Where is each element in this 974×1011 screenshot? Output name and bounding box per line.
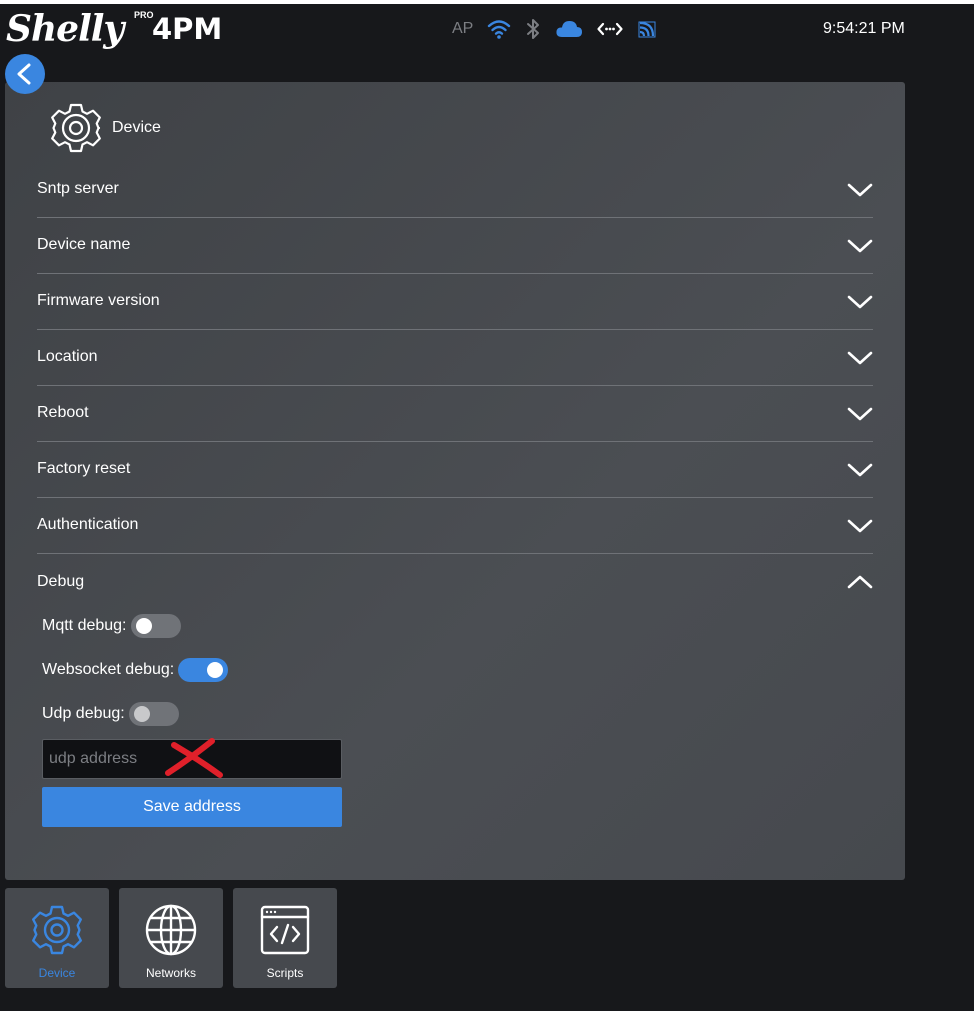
- nav-label: Device: [38, 966, 76, 980]
- section-location[interactable]: Location: [37, 330, 873, 386]
- websocket-debug-toggle[interactable]: [178, 658, 229, 682]
- gear-icon: [51, 103, 101, 153]
- section-label: Reboot: [37, 404, 89, 421]
- wifi-icon: [487, 16, 511, 42]
- websocket-debug-row: Websocket debug:: [42, 656, 342, 684]
- chevron-down-icon: [847, 513, 873, 539]
- section-debug[interactable]: Debug: [37, 554, 873, 610]
- gear-icon: [32, 905, 82, 955]
- logo-model: 4PM: [152, 12, 223, 46]
- section-device-name[interactable]: Device name: [37, 218, 873, 274]
- toggle-knob: [207, 662, 224, 678]
- toggle-knob: [133, 706, 150, 722]
- chevron-up-icon: [847, 569, 873, 595]
- logo-tier: PRO: [134, 10, 154, 20]
- panel-header: Device: [48, 100, 161, 156]
- shelly-logo: Shelly PRO 4PM: [6, 6, 236, 52]
- websocket-icon: [597, 16, 623, 42]
- section-label: Firmware version: [37, 292, 160, 309]
- bluetooth-icon: [525, 16, 541, 42]
- section-authentication[interactable]: Authentication: [37, 498, 873, 554]
- section-label: Device name: [37, 236, 131, 253]
- top-bar: Shelly PRO 4PM AP 9:54:21 PM: [0, 4, 974, 52]
- cloud-icon: [555, 16, 583, 42]
- debug-settings: Mqtt debug: Websocket debug: Udp debug:: [42, 612, 342, 728]
- chevron-down-icon: [847, 401, 873, 427]
- chevron-left-icon: [17, 63, 31, 85]
- clock: 9:54:21 PM: [823, 20, 905, 37]
- section-firmware-version[interactable]: Firmware version: [37, 274, 873, 330]
- save-address-button[interactable]: Save address: [42, 787, 342, 827]
- section-reboot[interactable]: Reboot: [37, 386, 873, 442]
- panel-title: Device: [112, 119, 161, 136]
- chevron-down-icon: [847, 177, 873, 203]
- globe-icon: [145, 904, 197, 956]
- ap-status: AP: [452, 20, 474, 37]
- nav-label: Networks: [145, 966, 196, 980]
- section-sntp-server[interactable]: Sntp server: [37, 162, 873, 218]
- udp-debug-label: Udp debug:: [42, 705, 125, 722]
- chevron-down-icon: [847, 345, 873, 371]
- nav-device[interactable]: Device: [5, 888, 109, 988]
- code-window-icon: [260, 905, 310, 955]
- chevron-down-icon: [847, 457, 873, 483]
- mqtt-debug-label: Mqtt debug:: [42, 617, 127, 634]
- chevron-down-icon: [847, 233, 873, 259]
- status-icons: AP: [452, 16, 671, 42]
- settings-section-list: Sntp server Device name Firmware version…: [37, 162, 873, 610]
- udp-address-input[interactable]: [42, 739, 342, 779]
- section-factory-reset[interactable]: Factory reset: [37, 442, 873, 498]
- back-button[interactable]: [5, 54, 45, 94]
- toggle-knob: [135, 618, 152, 634]
- mqtt-icon: [637, 16, 657, 42]
- websocket-debug-label: Websocket debug:: [42, 661, 175, 678]
- mqtt-debug-row: Mqtt debug:: [42, 612, 342, 640]
- section-label: Authentication: [37, 516, 139, 533]
- udp-debug-row: Udp debug:: [42, 700, 342, 728]
- section-label: Factory reset: [37, 460, 131, 477]
- nav-networks[interactable]: Networks: [119, 888, 223, 988]
- bottom-nav: Device Networks Scripts: [5, 888, 347, 988]
- nav-label: Scripts: [266, 966, 304, 980]
- mqtt-debug-toggle[interactable]: [130, 614, 181, 638]
- udp-debug-toggle[interactable]: [128, 702, 179, 726]
- section-label: Debug: [37, 572, 85, 590]
- nav-scripts[interactable]: Scripts: [233, 888, 337, 988]
- chevron-down-icon: [847, 289, 873, 315]
- section-label: Sntp server: [37, 180, 119, 197]
- device-panel: Device Sntp server Device name Firmware …: [5, 82, 905, 880]
- logo-brand: Shelly: [6, 8, 124, 50]
- section-label: Location: [37, 348, 98, 365]
